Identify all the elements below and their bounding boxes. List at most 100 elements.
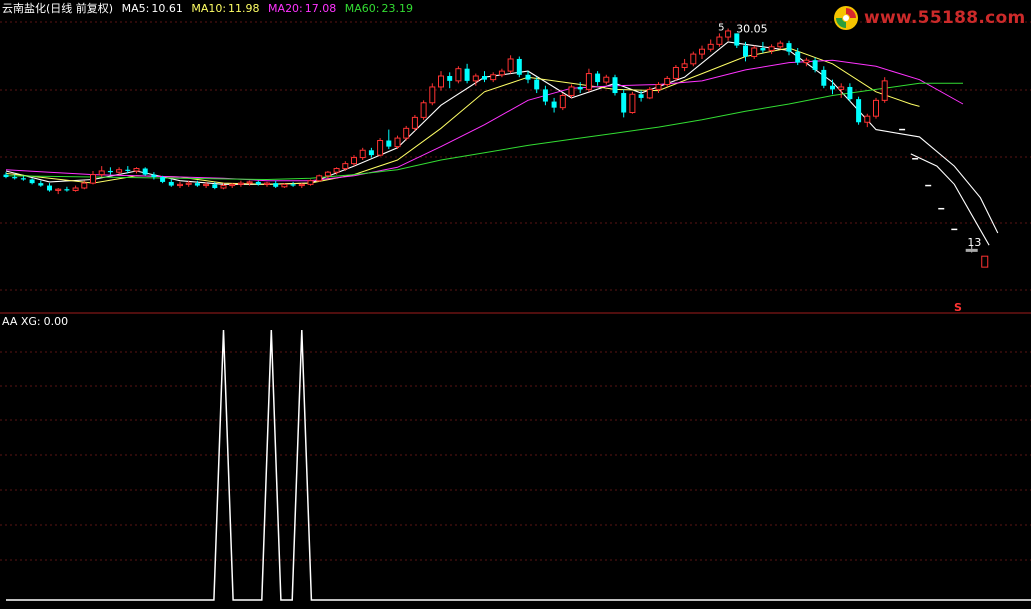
sell-signal-marker: S [954, 301, 962, 314]
high-price-annotation: 30.05 [736, 23, 768, 36]
candle-body-down [447, 76, 453, 81]
candle-body-up [324, 171, 331, 177]
candle-body-up [98, 170, 105, 176]
candle-body-up [864, 115, 871, 123]
candle-body-down [786, 43, 792, 52]
candle-body-up [490, 74, 497, 81]
candle-body-down [29, 179, 35, 184]
candle-body-up [229, 183, 236, 187]
candle-body-down [551, 101, 557, 108]
candle-body-up [377, 140, 384, 156]
candle-body-up [603, 76, 610, 83]
candle-body-up [655, 84, 662, 90]
candle-body-up [55, 188, 62, 191]
candle-body-up [90, 174, 96, 184]
candle-body-up [307, 180, 314, 185]
price-panel-header: 云南盐化(日线 前复权) MA5: 10.61 MA10: 11.98 MA20: 1… [2, 2, 418, 16]
candle-body-up [838, 86, 845, 90]
ma20-value: 17.08 [304, 2, 337, 15]
ma5-legend: MA5: 10.61 [122, 2, 183, 15]
candle-body-up [707, 43, 714, 50]
stock-title: 云南盐化(日线 前复权) [2, 2, 114, 15]
indicator-label: AA XG: [2, 315, 41, 328]
candle-body-up [246, 181, 253, 184]
chart-canvas: 30.05 5 13 S 云南盐化(日线 前复权) MA5: 10.61 MA10: 11… [0, 0, 1031, 609]
candle-body-up [716, 36, 723, 45]
candle-body-down [821, 69, 827, 86]
candle-body-down [168, 181, 174, 186]
candle-body-up [629, 93, 636, 114]
candle-body-down [212, 184, 218, 188]
ma-line-ma60 [5, 82, 963, 181]
watermark-text: www.55188.com [864, 8, 1026, 28]
candle-body-down [621, 93, 627, 113]
candle-body-up [725, 30, 732, 38]
candle-body-down [542, 89, 548, 102]
candle-body-down [151, 174, 157, 178]
candle-body-down [638, 94, 644, 98]
candle-body-up [81, 182, 88, 189]
candle-body-down [64, 189, 70, 191]
candle-body-up [559, 94, 566, 109]
ma60-label: MA60: [344, 2, 380, 15]
logo-swirl-icon [834, 6, 858, 30]
candle-body-up [403, 127, 410, 139]
ma5-label: MA5: [121, 2, 150, 15]
candle-body-down [290, 184, 296, 186]
candle-body-up [873, 99, 879, 117]
candle-body-up [507, 58, 514, 72]
candle-body-up [237, 182, 244, 185]
candle-body-up [585, 73, 592, 90]
candle-body-down [743, 45, 748, 57]
candle-body-up [690, 53, 697, 65]
candle-body-up [351, 157, 357, 165]
ma60-value: 23.19 [381, 2, 413, 15]
candle-body-up [333, 168, 340, 173]
candle-body-down [534, 79, 540, 90]
candle-body-up [411, 116, 418, 129]
candle-body-down [125, 169, 131, 171]
candle-body-up [177, 183, 183, 187]
candle-body-up [72, 187, 79, 191]
candle-body-up [264, 182, 270, 185]
candle-body-down [47, 185, 52, 191]
ma10-label: MA10: [191, 2, 227, 15]
candle-body-down [830, 85, 835, 90]
candle-body-down [3, 174, 9, 178]
ma60-legend: MA60: 23.19 [345, 2, 413, 15]
candle-body-down [464, 68, 470, 81]
candle-body-down [386, 140, 392, 147]
candle-body-up [672, 66, 679, 79]
candle-body-down [194, 183, 200, 186]
ma-line-ma10 [5, 47, 920, 185]
candle-body-down [12, 177, 18, 179]
candle-body-down [20, 178, 26, 180]
ma10-value: 11.98 [228, 2, 260, 15]
candle-body-down [516, 58, 522, 75]
candle-body-down [856, 99, 862, 123]
candle-body-up [699, 48, 705, 55]
candle-body-flat [965, 248, 978, 252]
candle-body-up [220, 185, 227, 189]
candle-body-up [420, 102, 427, 118]
candle-body-up [768, 46, 775, 51]
candle-body-up [568, 86, 575, 96]
candle-body-up [472, 75, 479, 82]
low-price-annotation: 13 [967, 236, 981, 249]
candle-body-down [38, 183, 44, 186]
candle-body-down [142, 168, 148, 175]
ma5-value: 10.61 [151, 2, 183, 15]
candle-body-down [255, 181, 261, 185]
candle-body-up [281, 183, 288, 188]
ma10-legend: MA10: 11.98 [191, 2, 259, 15]
kline-chart-svg: 30.05 5 13 S [0, 21, 1031, 601]
candle-body-up [298, 183, 305, 187]
candle-body-down [812, 60, 818, 70]
candle-body-up [751, 47, 758, 58]
indicator-panel-header: AA XG: 0.00 [2, 315, 73, 329]
candle-body-down [760, 48, 766, 51]
xg-signal-line [6, 329, 1031, 601]
candle-body-up [116, 169, 123, 173]
candle-body-up [394, 137, 401, 148]
site-logo: www.55188.com [832, 2, 1031, 34]
